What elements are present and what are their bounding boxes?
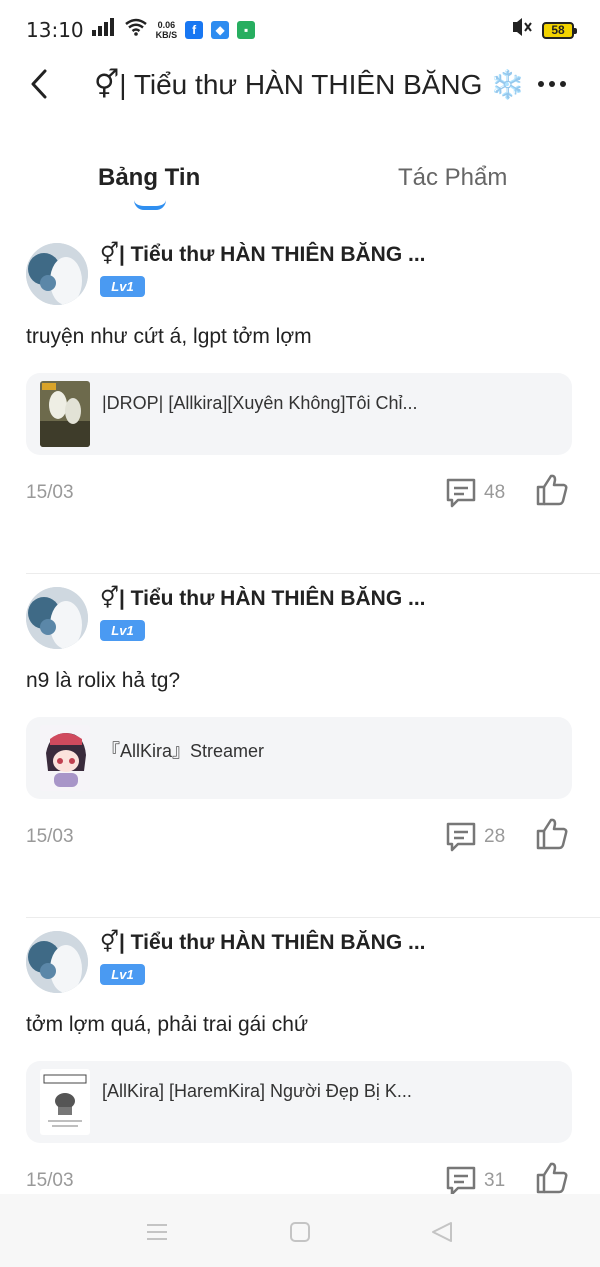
network-speed: 0.06 KB/S bbox=[155, 20, 178, 40]
post-author[interactable]: ⚥| Tiểu thư HÀN THIÊN BĂNG ... bbox=[100, 930, 426, 955]
comment-icon[interactable] bbox=[444, 476, 478, 510]
battery-icon: 58 bbox=[542, 21, 577, 39]
square-icon bbox=[290, 1222, 310, 1242]
like-icon[interactable] bbox=[534, 816, 570, 852]
status-time: 13:10 bbox=[26, 18, 84, 42]
post-date: 15/03 bbox=[26, 1170, 74, 1191]
tab-bang-tin[interactable]: Bảng Tin bbox=[98, 164, 200, 192]
feed-post: ⚥| Tiểu thư HÀN THIÊN BĂNG ... Lv1 truyệ… bbox=[26, 230, 600, 574]
post-author[interactable]: ⚥| Tiểu thư HÀN THIÊN BĂNG ... bbox=[100, 242, 426, 267]
mute-icon bbox=[510, 16, 534, 44]
story-card-title: 『AllKira』Streamer bbox=[102, 741, 265, 761]
story-cover-image bbox=[40, 381, 90, 447]
post-author[interactable]: ⚥| Tiểu thư HÀN THIÊN BĂNG ... bbox=[100, 586, 426, 611]
avatar[interactable] bbox=[26, 587, 88, 649]
post-text: truyện như cứt á, lgpt tởm lợm bbox=[26, 325, 312, 348]
recent-apps-button[interactable] bbox=[143, 1218, 171, 1246]
level-badge: Lv1 bbox=[100, 620, 145, 641]
story-card[interactable]: [AllKira] [HaremKira] Người Đẹp Bị K... bbox=[26, 1061, 572, 1143]
post-date: 15/03 bbox=[26, 826, 74, 847]
status-bar: 13:10 0.06 KB/S f ◆ ▪ 58 bbox=[0, 0, 600, 60]
post-date: 15/03 bbox=[26, 482, 74, 503]
facebook-icon: f bbox=[185, 21, 204, 39]
level-badge: Lv1 bbox=[100, 964, 145, 985]
feed-post: ⚥| Tiểu thư HÀN THIÊN BĂNG ... Lv1 n9 là… bbox=[26, 574, 600, 918]
comment-icon[interactable] bbox=[444, 820, 478, 854]
app-header: ⚥| Tiểu thư HÀN THIÊN BĂNG ❄️ bbox=[0, 55, 600, 115]
avatar[interactable] bbox=[26, 931, 88, 993]
story-card[interactable]: 『AllKira』Streamer bbox=[26, 717, 572, 799]
tab-bar: Bảng Tin Tác Phẩm bbox=[0, 150, 600, 220]
story-card-title: [AllKira] [HaremKira] Người Đẹp Bị K... bbox=[102, 1081, 412, 1101]
comment-count: 28 bbox=[484, 826, 506, 847]
app-notification-icon: ▪ bbox=[237, 21, 256, 39]
feed-list: ⚥| Tiểu thư HÀN THIÊN BĂNG ... Lv1 truyệ… bbox=[0, 230, 600, 1262]
comment-icon[interactable] bbox=[444, 1164, 478, 1198]
page-title: ⚥| Tiểu thư HÀN THIÊN BĂNG ❄️ bbox=[94, 69, 526, 100]
story-cover-image bbox=[40, 1069, 90, 1135]
post-text: n9 là rolix hả tg? bbox=[26, 669, 181, 692]
home-button[interactable] bbox=[286, 1218, 314, 1246]
story-card-title: |DROP| [Allkira][Xuyên Không]Tôi Chỉ... bbox=[102, 393, 418, 413]
comment-count: 48 bbox=[484, 482, 506, 503]
nav-back-button[interactable] bbox=[428, 1218, 456, 1246]
messenger-icon: ◆ bbox=[211, 21, 230, 39]
tab-tac-pham[interactable]: Tác Phẩm bbox=[398, 164, 507, 192]
triangle-back-icon bbox=[432, 1222, 452, 1242]
comment-count: 31 bbox=[484, 1170, 506, 1191]
chevron-left-icon bbox=[31, 69, 47, 99]
more-options-button[interactable] bbox=[532, 67, 572, 101]
menu-icon bbox=[147, 1224, 167, 1240]
like-icon[interactable] bbox=[534, 472, 570, 508]
like-icon[interactable] bbox=[534, 1160, 570, 1196]
tab-active-indicator bbox=[134, 200, 166, 210]
story-card[interactable]: |DROP| [Allkira][Xuyên Không]Tôi Chỉ... bbox=[26, 373, 572, 455]
post-text: tởm lợm quá, phải trai gái chứ bbox=[26, 1013, 309, 1036]
avatar[interactable] bbox=[26, 243, 88, 305]
signal-icon bbox=[91, 18, 116, 42]
story-cover-image bbox=[40, 725, 90, 791]
system-nav-bar bbox=[0, 1194, 600, 1267]
more-icon bbox=[538, 81, 544, 87]
wifi-icon bbox=[124, 18, 148, 42]
level-badge: Lv1 bbox=[100, 276, 145, 297]
back-button[interactable] bbox=[22, 67, 56, 101]
